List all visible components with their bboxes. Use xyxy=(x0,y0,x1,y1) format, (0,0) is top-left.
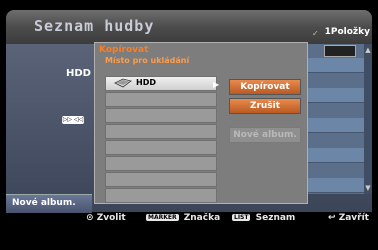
right-list-column xyxy=(306,44,364,194)
checkmark-icon: ✓ xyxy=(312,29,319,38)
scrollbar[interactable] xyxy=(364,44,372,194)
destination-label: HDD xyxy=(136,78,156,87)
list-item[interactable] xyxy=(105,172,217,187)
thumbnail-icon xyxy=(324,45,356,57)
list-item[interactable] xyxy=(105,188,217,203)
copy-button[interactable]: Kopírovat xyxy=(229,79,301,95)
new-album-button-bg[interactable]: Nové album. xyxy=(6,194,92,213)
select-icon: ⊙ xyxy=(86,213,94,223)
scroll-up-icon[interactable]: ▲ xyxy=(364,46,372,54)
disk-icon xyxy=(114,78,132,88)
marker-key: MARKER xyxy=(146,214,179,221)
play-arrow-icon: ▶ xyxy=(213,80,220,89)
dialog-subtitle: Místo pro ukládání xyxy=(105,56,190,65)
list-key: LIST xyxy=(232,214,251,221)
list-item[interactable] xyxy=(105,124,217,139)
list-item[interactable] xyxy=(105,108,217,123)
playback-icon: ▷▷ ◁◁ xyxy=(62,116,84,124)
close-hint: ↩ Zavřít xyxy=(328,213,369,223)
list-item[interactable] xyxy=(105,92,217,107)
page-title: Seznam hudby xyxy=(34,17,155,35)
list-item[interactable] xyxy=(105,140,217,155)
list-hint: LIST Seznam xyxy=(232,213,296,223)
select-hint: ⊙ Zvolit xyxy=(86,213,126,223)
footer-bar: ⊙ Zvolit MARKER Značka LIST Seznam ↩ Zav… xyxy=(0,213,378,227)
dvd-recorder-screen: Seznam hudby ✓ 1Položky HDD ▷▷ ◁◁ ▲ ▼ No… xyxy=(0,0,378,250)
dialog-title: Kopírovat xyxy=(99,45,149,55)
cancel-button[interactable]: Zrušit xyxy=(229,98,301,114)
new-album-label: Nové album. xyxy=(12,198,76,208)
marker-hint: MARKER Značka xyxy=(146,213,221,223)
item-count: 1Položky xyxy=(324,27,370,37)
destination-item-hdd[interactable]: HDD xyxy=(105,76,217,91)
copy-dialog: Kopírovat Místo pro ukládání HDD ▶ Kopír… xyxy=(94,42,308,204)
drive-label: HDD xyxy=(66,68,91,79)
list-item[interactable] xyxy=(105,156,217,171)
scroll-down-icon[interactable]: ▼ xyxy=(364,184,372,192)
new-album-button[interactable]: Nové album. xyxy=(229,127,301,143)
return-icon: ↩ xyxy=(328,213,336,223)
